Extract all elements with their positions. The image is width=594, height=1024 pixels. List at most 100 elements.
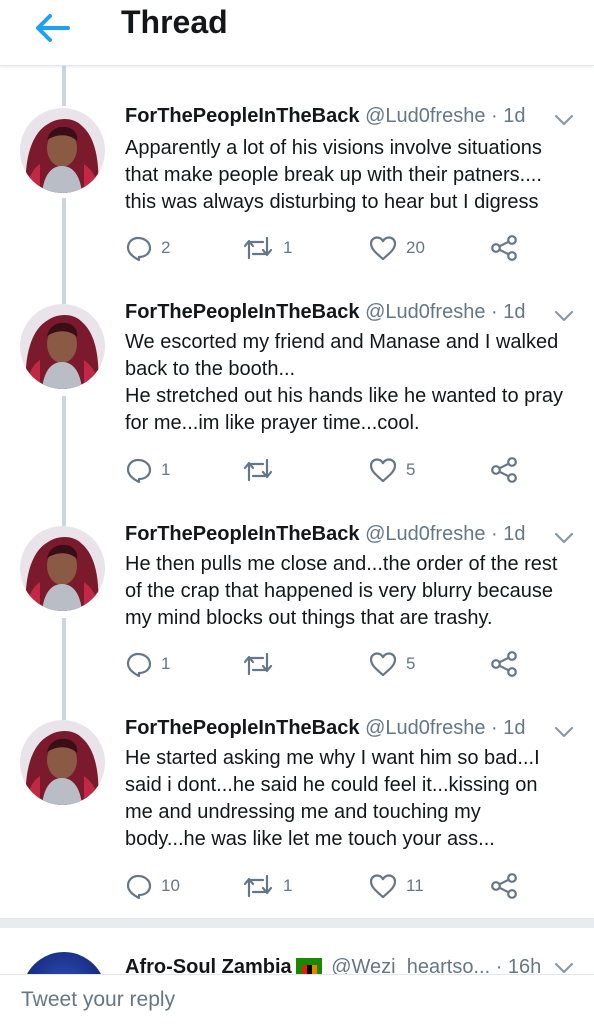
retweet-button[interactable]: 1 <box>241 232 292 264</box>
tweet-text-line: of the crap that happened is very blurry… <box>125 580 554 602</box>
app-header: Thread <box>0 0 594 66</box>
tweet-text-line: me and undressing me and touching my <box>125 801 481 823</box>
share-button[interactable] <box>489 870 519 902</box>
heart-icon <box>369 874 397 899</box>
thread-connector <box>62 66 66 106</box>
tweet-text-line: this was always disturbing to hear but I… <box>125 191 539 213</box>
profile-photo <box>20 720 105 805</box>
tweet-text: He started asking me why I want him so b… <box>125 745 580 853</box>
share-button[interactable] <box>489 648 519 680</box>
author-handle[interactable]: @Lud0freshe <box>365 105 485 127</box>
tweet-time: · 1d <box>491 301 526 323</box>
author-name[interactable]: Afro-Soul Zambia <box>125 956 292 974</box>
thread-connector <box>62 618 66 720</box>
retweet-button[interactable] <box>241 648 283 680</box>
like-count: 20 <box>406 238 425 257</box>
like-button[interactable]: 5 <box>368 648 415 680</box>
more-options-button[interactable] <box>551 110 577 130</box>
heart-icon <box>369 652 397 677</box>
share-icon <box>491 235 517 261</box>
avatar[interactable] <box>20 720 105 805</box>
avatar[interactable] <box>20 108 105 193</box>
tweet-text: He then pulls me close and...the order o… <box>125 551 580 632</box>
reply-button[interactable]: 1 <box>125 454 170 486</box>
like-button[interactable]: 5 <box>368 454 415 486</box>
tweet-time: · 1d <box>491 105 526 127</box>
reply-composer <box>0 974 594 1024</box>
tweet[interactable]: Afro-Soul Zambia @Wezi_heartso... · 16h <box>0 928 594 974</box>
avatar[interactable] <box>20 304 105 389</box>
author-name[interactable]: ForThePeopleInTheBack <box>125 717 360 739</box>
chevron-down-icon <box>554 962 574 974</box>
tweet-text-line: body...he was like let me touch your ass… <box>125 828 495 850</box>
tweet-text-line: back to the booth... <box>125 358 296 380</box>
reply-count: 2 <box>161 238 171 257</box>
like-button[interactable]: 11 <box>368 870 424 902</box>
retweet-button[interactable] <box>241 454 283 486</box>
more-options-button[interactable] <box>551 528 577 548</box>
more-options-button[interactable] <box>551 306 577 326</box>
tweet-actions: 1 5 <box>125 648 545 680</box>
heart-icon <box>369 236 397 261</box>
profile-photo <box>20 526 105 611</box>
tweet-text-line: He stretched out his hands like he wante… <box>125 385 564 407</box>
chevron-down-icon <box>554 532 574 544</box>
avatar[interactable] <box>22 952 106 974</box>
chevron-down-icon <box>554 310 574 322</box>
like-count: 11 <box>406 876 424 895</box>
heart-icon <box>369 458 397 483</box>
share-button[interactable] <box>489 232 519 264</box>
reply-button[interactable]: 10 <box>125 870 180 902</box>
reply-input[interactable] <box>0 975 594 1024</box>
reply-button[interactable]: 1 <box>125 648 170 680</box>
author-handle[interactable]: @Lud0freshe <box>365 523 485 545</box>
tweet-header: Afro-Soul Zambia @Wezi_heartso... · 16h <box>125 955 541 974</box>
tweet-header: ForThePeopleInTheBack @Lud0freshe · 1d <box>125 300 525 324</box>
share-icon <box>491 651 517 677</box>
author-handle[interactable]: @Lud0freshe <box>365 717 485 739</box>
tweet-header: ForThePeopleInTheBack @Lud0freshe · 1d <box>125 104 525 128</box>
tweet-text-line: for me...im like prayer time...cool. <box>125 412 420 434</box>
author-handle[interactable]: @Lud0freshe <box>365 301 485 323</box>
avatar[interactable] <box>20 526 105 611</box>
tweet-text-line: He then pulls me close and...the order o… <box>125 553 558 575</box>
retweet-button[interactable]: 1 <box>241 870 292 902</box>
tweet-text-line: that make people break up with their pat… <box>125 164 542 186</box>
more-options-button[interactable] <box>551 958 577 974</box>
share-icon <box>491 873 517 899</box>
zambia-flag-icon <box>295 958 322 974</box>
tweet-text-line: Apparently a lot of his visions involve … <box>125 137 542 159</box>
reply-count: 10 <box>161 876 180 895</box>
tweet-text-line: We escorted my friend and Manase and I w… <box>125 331 559 353</box>
tweet-text-line: said i dont...he said he could feel it..… <box>125 774 538 796</box>
author-name[interactable]: ForThePeopleInTheBack <box>125 105 360 127</box>
reply-icon <box>126 874 152 900</box>
chevron-down-icon <box>554 114 574 126</box>
tweet-header: ForThePeopleInTheBack @Lud0freshe · 1d <box>125 716 525 740</box>
author-name[interactable]: ForThePeopleInTheBack <box>125 523 360 545</box>
retweet-count: 1 <box>283 238 293 257</box>
tweet-text: We escorted my friend and Manase and I w… <box>125 329 580 437</box>
tweet-time: · 1d <box>491 523 526 545</box>
thread-connector <box>62 396 66 526</box>
tweet-header: ForThePeopleInTheBack @Lud0freshe · 1d <box>125 522 525 546</box>
author-name[interactable]: ForThePeopleInTheBack <box>125 301 360 323</box>
like-button[interactable]: 20 <box>368 232 425 264</box>
profile-photo <box>20 108 105 193</box>
tweet-actions: 1 5 <box>125 454 545 486</box>
profile-photo <box>20 304 105 389</box>
reply-icon <box>126 236 152 262</box>
author-handle[interactable]: @Wezi_heartso... <box>331 956 490 974</box>
page-title: Thread <box>121 4 228 40</box>
retweet-icon <box>243 236 273 260</box>
like-count: 5 <box>406 460 416 479</box>
tweet-text-line: He started asking me why I want him so b… <box>125 747 540 769</box>
more-options-button[interactable] <box>551 722 577 742</box>
reply-icon <box>126 652 152 678</box>
arrow-left-icon <box>36 14 70 42</box>
reply-button[interactable]: 2 <box>125 232 170 264</box>
back-button[interactable] <box>30 8 74 48</box>
share-button[interactable] <box>489 454 519 486</box>
tweet-text-line: my mind blocks out things that are trash… <box>125 607 493 629</box>
tweet-actions: 2 1 20 <box>125 232 545 264</box>
